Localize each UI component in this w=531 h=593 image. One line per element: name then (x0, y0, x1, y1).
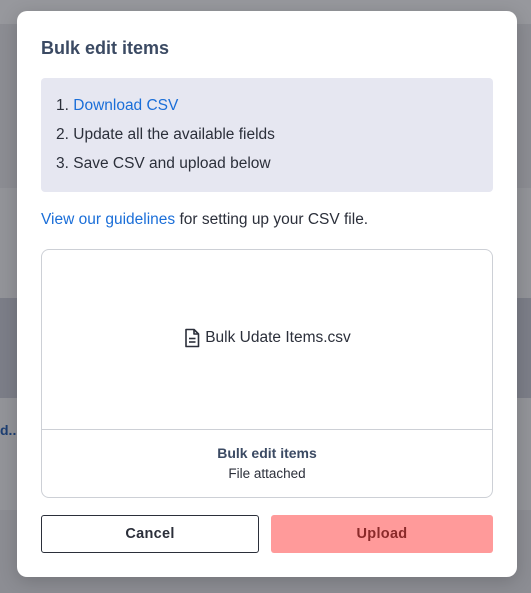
step-download: 1. Download CSV (56, 94, 493, 123)
step-text: Update all the available fields (73, 126, 275, 143)
dropzone-status-title: Bulk edit items (217, 445, 317, 461)
instructions-box: 1. Download CSV 2. Update all the availa… (41, 78, 493, 192)
bulk-edit-modal: Bulk edit items 1. Download CSV 2. Updat… (17, 11, 517, 577)
step-number: 2. (56, 126, 69, 143)
file-text-icon (183, 328, 201, 348)
view-guidelines-link[interactable]: View our guidelines (41, 211, 175, 228)
step-update: 2. Update all the available fields (56, 123, 493, 152)
dropzone-divider (42, 429, 492, 430)
download-csv-link[interactable]: Download CSV (73, 97, 178, 114)
guideline-rest: for setting up your CSV file. (175, 211, 369, 228)
step-number: 3. (56, 155, 69, 172)
file-name: Bulk Udate Items.csv (205, 329, 351, 346)
attached-file: Bulk Udate Items.csv (42, 328, 492, 348)
step-save: 3. Save CSV and upload below (56, 152, 493, 181)
guideline-text: View our guidelines for setting up your … (41, 211, 368, 229)
step-number: 1. (56, 97, 69, 114)
file-dropzone[interactable]: Bulk Udate Items.csv Bulk edit items Fil… (41, 249, 493, 498)
modal-title: Bulk edit items (41, 38, 170, 58)
cancel-button[interactable]: Cancel (41, 515, 259, 553)
upload-button[interactable]: Upload (271, 515, 493, 553)
step-text: Save CSV and upload below (73, 155, 271, 172)
dropzone-status-subtitle: File attached (228, 466, 306, 481)
